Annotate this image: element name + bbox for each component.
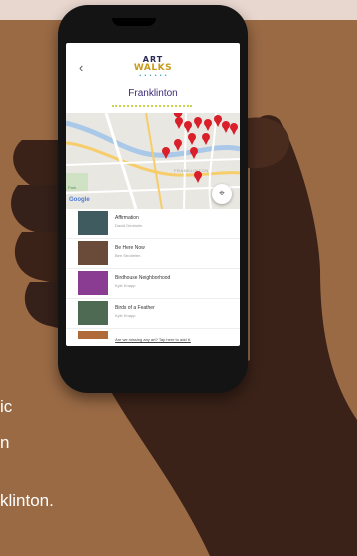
map-pin — [205, 125, 211, 131]
artwork-list: Affirmation David Denholm Be Here Now Be… — [66, 209, 240, 339]
chevron-left-icon[interactable]: ‹ — [79, 60, 83, 75]
artwork-artist: David Denholm — [115, 223, 143, 228]
map-pin — [195, 123, 201, 129]
list-item-partial[interactable] — [66, 329, 240, 339]
list-item[interactable]: Be Here Now Ben Strobelen — [66, 239, 240, 269]
artwork-name: Affirmation — [115, 215, 139, 221]
artwork-artist: Kyle Knapp — [115, 313, 136, 318]
map-pin — [189, 139, 195, 145]
list-item[interactable]: Affirmation David Denholm — [66, 209, 240, 239]
map-pin — [191, 153, 197, 159]
artwork-thumbnail — [78, 301, 108, 325]
map-pin — [175, 145, 181, 151]
map-pin — [195, 177, 201, 183]
map-pin — [163, 153, 169, 159]
artwork-artist: Kyle Knapp — [115, 283, 136, 288]
artwork-thumbnail — [78, 241, 108, 265]
art-walks-logo: ART WALKS · · · · · · — [128, 55, 178, 80]
artwork-name: Birdhouse Neighborhood — [115, 275, 171, 281]
list-item[interactable]: Birds of a Feather Kyle Knapp — [66, 299, 240, 329]
list-item[interactable]: Birdhouse Neighborhood Kyle Knapp — [66, 269, 240, 299]
page-title: Franklinton — [128, 88, 178, 99]
title-underline-decoration — [112, 105, 192, 107]
map-pin — [185, 127, 191, 133]
artwork-name: Be Here Now — [115, 245, 145, 251]
logo-dots: · · · · · · — [138, 72, 168, 80]
crosshair-icon[interactable]: ⌖ — [212, 184, 232, 204]
artwork-thumbnail — [78, 271, 108, 295]
map-pin — [176, 123, 182, 129]
map-pin — [231, 129, 237, 135]
map-pin — [203, 139, 209, 145]
missing-art-link[interactable]: Are we missing any art? Tap here to add … — [66, 337, 240, 342]
artwork-thumbnail — [78, 211, 108, 235]
map-pin — [215, 121, 221, 127]
artwork-artist: Ben Strobelen — [115, 253, 141, 258]
map-pin — [223, 127, 229, 133]
artwork-name: Birds of a Feather — [115, 305, 155, 311]
phone-notch — [112, 18, 156, 26]
app-header: ‹ ART WALKS · · · · · · Franklinton — [66, 43, 240, 113]
